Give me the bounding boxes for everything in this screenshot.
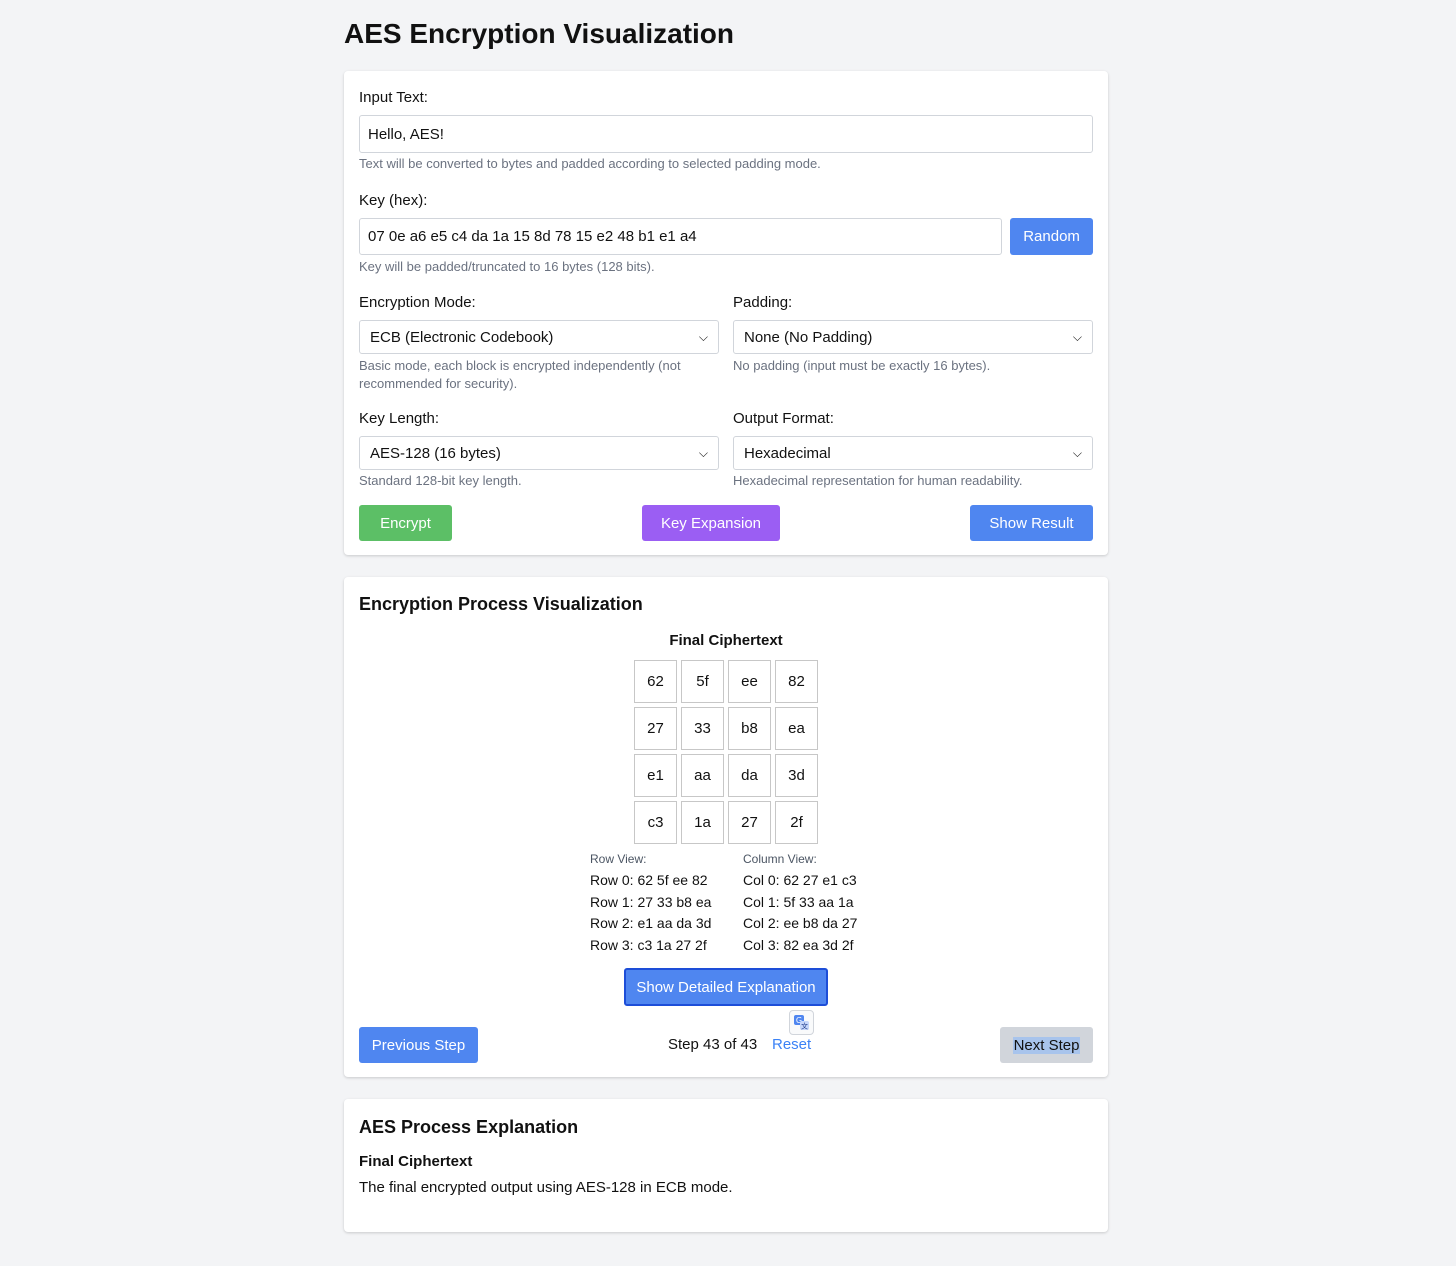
key-length-select[interactable]: AES-128 (16 bytes) ⌵ bbox=[359, 436, 719, 470]
mode-help: Basic mode, each block is encrypted inde… bbox=[359, 358, 681, 391]
key-length-label: Key Length: bbox=[359, 410, 440, 427]
page-container: AES Encryption Visualization Input Text:… bbox=[344, 20, 1108, 1232]
col-view-label: Column View: bbox=[743, 852, 817, 866]
matrix-cell: 27 bbox=[728, 801, 771, 844]
input-text-help: Text will be converted to bytes and padd… bbox=[359, 156, 821, 171]
input-text-label: Input Text: bbox=[359, 89, 428, 106]
explanation-heading: AES Process Explanation bbox=[359, 1117, 579, 1137]
reset-link[interactable]: Reset bbox=[772, 1036, 811, 1053]
row-view: Row View: Row 0: 62 5f ee 82 Row 1: 27 3… bbox=[590, 851, 711, 956]
matrix-cell: 2f bbox=[775, 801, 818, 844]
padding-label: Padding: bbox=[733, 294, 793, 311]
padding-select-value: None (No Padding) bbox=[744, 328, 873, 346]
matrix-cell: 62 bbox=[634, 660, 677, 703]
page-title: AES Encryption Visualization bbox=[344, 18, 735, 49]
key-field[interactable] bbox=[359, 218, 1003, 255]
output-format-label: Output Format: bbox=[733, 410, 834, 427]
matrix-cell: e1 bbox=[634, 754, 677, 797]
output-format-help: Hexadecimal representation for human rea… bbox=[733, 473, 1023, 488]
padding-select[interactable]: None (No Padding) ⌵ bbox=[733, 320, 1093, 354]
matrix-cell: 33 bbox=[681, 707, 724, 750]
key-help: Key will be padded/truncated to 16 bytes… bbox=[359, 259, 655, 274]
matrix-cell: ee bbox=[728, 660, 771, 703]
chevron-down-icon: ⌵ bbox=[1072, 445, 1082, 460]
visualization-heading: Encryption Process Visualization bbox=[359, 594, 643, 614]
visualization-card: Encryption Process Visualization Final C… bbox=[344, 577, 1108, 1077]
col-view-line: Col 2: ee b8 da 27 bbox=[743, 915, 858, 931]
state-matrix: 62 5f ee 82 27 33 b8 ea e1 aa da 3d c3 1a 27 2f bbox=[634, 660, 818, 844]
next-step-button[interactable]: Next Step bbox=[1000, 1027, 1093, 1063]
input-card: Input Text: Text will be converted to by… bbox=[344, 71, 1108, 555]
translate-icon[interactable]: G 文 bbox=[789, 1010, 814, 1035]
col-view-line: Col 1: 5f 33 aa 1a bbox=[743, 893, 854, 910]
matrix-cell: 3d bbox=[775, 754, 818, 797]
matrix-cell: c3 bbox=[634, 801, 677, 844]
row-view-line: Row 1: 27 33 b8 ea bbox=[590, 893, 712, 910]
col-view-line: Col 0: 62 27 e1 c3 bbox=[743, 872, 857, 888]
matrix-cell: 1a bbox=[681, 801, 724, 844]
output-format-select-value: Hexadecimal bbox=[744, 444, 831, 462]
key-length-select-value: AES-128 (16 bytes) bbox=[370, 444, 501, 462]
explanation-step-text: The final encrypted output using AES-128… bbox=[359, 1179, 733, 1196]
output-format-select[interactable]: Hexadecimal ⌵ bbox=[733, 436, 1093, 470]
state-title: Final Ciphertext bbox=[669, 632, 783, 649]
next-step-label: Next Step bbox=[1012, 1036, 1081, 1054]
matrix-cell: 82 bbox=[775, 660, 818, 703]
row-view-line: Row 2: e1 aa da 3d bbox=[590, 915, 712, 931]
encrypt-button[interactable]: Encrypt bbox=[359, 505, 452, 541]
input-text-field[interactable] bbox=[359, 115, 1093, 153]
mode-label: Encryption Mode: bbox=[359, 294, 476, 311]
padding-group: Padding: None (No Padding) ⌵ No padding … bbox=[733, 294, 1093, 375]
row-view-label: Row View: bbox=[590, 852, 647, 866]
padding-help: No padding (input must be exactly 16 byt… bbox=[733, 358, 991, 373]
matrix-cell: 5f bbox=[681, 660, 724, 703]
col-view-line: Col 3: 82 ea 3d 2f bbox=[743, 936, 854, 953]
svg-text:文: 文 bbox=[801, 1022, 808, 1031]
explanation-card: AES Process Explanation Final Ciphertext… bbox=[344, 1099, 1108, 1232]
row-view-line: Row 3: c3 1a 27 2f bbox=[590, 936, 707, 953]
mode-group: Encryption Mode: ECB (Electronic Codeboo… bbox=[359, 294, 719, 393]
key-length-help: Standard 128-bit key length. bbox=[359, 473, 522, 488]
random-key-button[interactable]: Random bbox=[1010, 218, 1093, 255]
chevron-down-icon: ⌵ bbox=[1072, 329, 1082, 344]
show-detailed-explanation-button[interactable]: Show Detailed Explanation bbox=[624, 968, 828, 1006]
explanation-step-title: Final Ciphertext bbox=[359, 1153, 473, 1170]
previous-step-button[interactable]: Previous Step bbox=[359, 1027, 478, 1063]
show-result-button[interactable]: Show Result bbox=[970, 505, 1093, 541]
matrix-cell: aa bbox=[681, 754, 724, 797]
row-view-line: Row 0: 62 5f ee 82 bbox=[590, 872, 708, 888]
mode-select-value: ECB (Electronic Codebook) bbox=[370, 328, 554, 346]
matrix-cell: 27 bbox=[634, 707, 677, 750]
key-length-group: Key Length: AES-128 (16 bytes) ⌵ Standar… bbox=[359, 410, 719, 490]
matrix-cell: da bbox=[728, 754, 771, 797]
key-label: Key (hex): bbox=[359, 192, 428, 209]
matrix-cell: ea bbox=[775, 707, 818, 750]
chevron-down-icon: ⌵ bbox=[698, 445, 708, 460]
chevron-down-icon: ⌵ bbox=[698, 329, 708, 344]
mode-select[interactable]: ECB (Electronic Codebook) ⌵ bbox=[359, 320, 719, 354]
key-expansion-button[interactable]: Key Expansion bbox=[642, 505, 780, 541]
matrix-cell: b8 bbox=[728, 707, 771, 750]
step-counter: Step 43 of 43 bbox=[668, 1036, 758, 1053]
output-format-group: Output Format: Hexadecimal ⌵ Hexadecimal… bbox=[733, 410, 1093, 490]
column-view: Column View: Col 0: 62 27 e1 c3 Col 1: 5… bbox=[743, 851, 857, 956]
